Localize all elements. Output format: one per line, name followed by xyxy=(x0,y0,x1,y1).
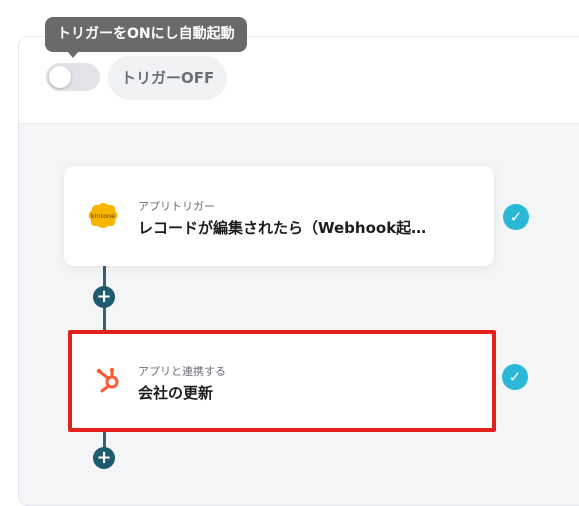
kintone-icon: kintone xyxy=(86,202,120,230)
flow-step-card[interactable]: kintone アプリトリガー レコードが編集されたら（Webhook起… xyxy=(64,166,494,266)
step-title: 会社の更新 xyxy=(138,384,214,402)
step-complete-check-icon: ✓ xyxy=(502,364,528,390)
kintone-logo-text: kintone xyxy=(91,212,115,220)
tooltip-arrow xyxy=(67,51,79,58)
trigger-status-label: トリガーOFF xyxy=(108,56,228,100)
toggle-knob xyxy=(49,66,71,88)
step-category: アプリと連携する xyxy=(138,365,226,378)
trigger-toggle[interactable] xyxy=(46,63,100,91)
flow-step-card-highlighted[interactable]: アプリと連携する 会社の更新 xyxy=(68,330,496,432)
step-title: レコードが編集されたら（Webhook起… xyxy=(138,219,427,237)
add-step-button[interactable]: + xyxy=(93,286,115,308)
step-complete-check-icon: ✓ xyxy=(503,204,529,230)
hubspot-icon xyxy=(96,367,122,393)
step-category: アプリトリガー xyxy=(138,200,215,213)
trigger-tooltip: トリガーをONにし自動起動 xyxy=(45,17,247,52)
add-step-button[interactable]: + xyxy=(93,447,115,469)
